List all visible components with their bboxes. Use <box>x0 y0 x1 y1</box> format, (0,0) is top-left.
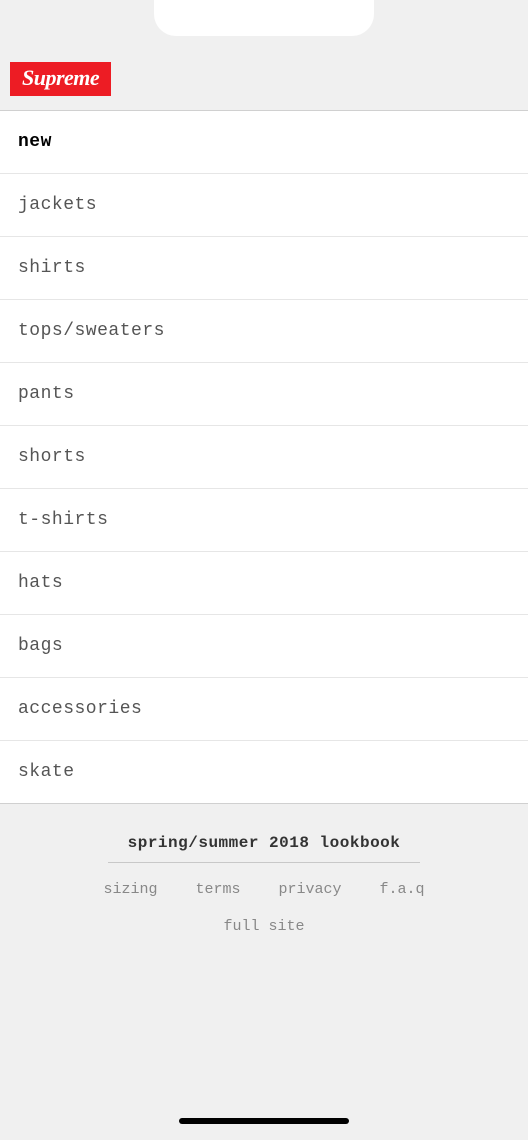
footer-link-terms[interactable]: terms <box>195 881 240 898</box>
category-item-t-shirts[interactable]: t-shirts <box>0 489 528 552</box>
category-item-skate[interactable]: skate <box>0 741 528 804</box>
footer: spring/summer 2018 lookbook sizing terms… <box>0 804 528 955</box>
category-list: new jackets shirts tops/sweaters pants s… <box>0 111 528 804</box>
category-item-tops-sweaters[interactable]: tops/sweaters <box>0 300 528 363</box>
category-item-hats[interactable]: hats <box>0 552 528 615</box>
footer-links: sizing terms privacy f.a.q <box>20 881 508 898</box>
category-item-bags[interactable]: bags <box>0 615 528 678</box>
phone-notch <box>154 0 374 36</box>
category-item-pants[interactable]: pants <box>0 363 528 426</box>
footer-link-sizing[interactable]: sizing <box>103 881 157 898</box>
home-indicator[interactable] <box>179 1118 349 1124</box>
category-item-shirts[interactable]: shirts <box>0 237 528 300</box>
brand-logo[interactable]: Supreme <box>10 62 111 96</box>
category-item-new[interactable]: new <box>0 111 528 174</box>
footer-link-privacy[interactable]: privacy <box>279 881 342 898</box>
footer-link-full-site[interactable]: full site <box>20 918 508 935</box>
footer-link-faq[interactable]: f.a.q <box>380 881 425 898</box>
category-item-shorts[interactable]: shorts <box>0 426 528 489</box>
category-item-jackets[interactable]: jackets <box>0 174 528 237</box>
category-item-accessories[interactable]: accessories <box>0 678 528 741</box>
phone-frame: Supreme new jackets shirts tops/sweaters… <box>0 0 528 1140</box>
footer-lookbook-link[interactable]: spring/summer 2018 lookbook <box>108 834 421 863</box>
